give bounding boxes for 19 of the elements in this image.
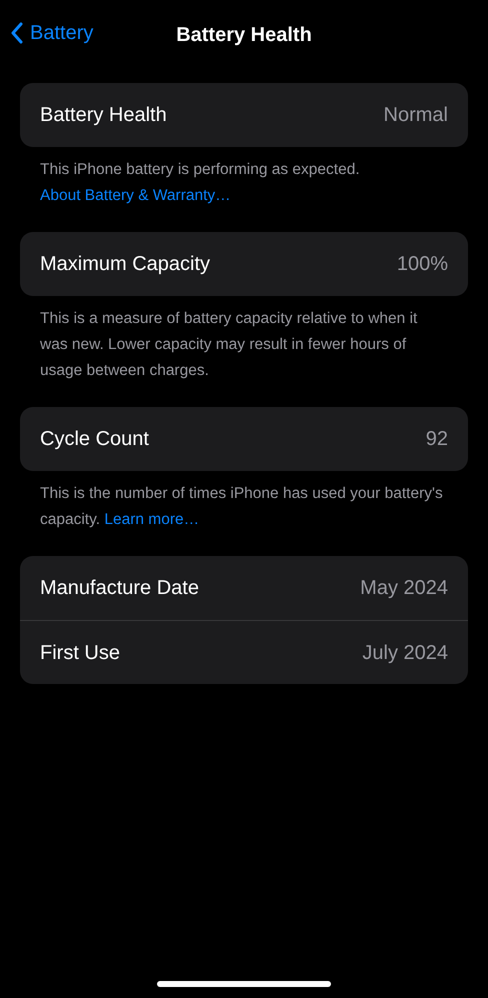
footer-text: This iPhone battery is performing as expected. About Battery & Warranty… xyxy=(39,160,361,206)
row-value: Normal xyxy=(384,103,448,128)
footer-text: This is the number of times iPhone has used your battery's capacity. Learn more… xyxy=(39,484,444,530)
row-value: July 2024 xyxy=(362,640,448,666)
row-label: Cycle Count xyxy=(40,427,149,452)
screen-title: Battery Health xyxy=(176,24,312,46)
row-value: 92 xyxy=(426,427,448,452)
footer-link[interactable]: About Battery & Warranty… xyxy=(40,187,231,204)
back-button[interactable]: Battery xyxy=(10,18,94,48)
footer-link[interactable]: Learn more… xyxy=(104,511,200,528)
row-value: May 2024 xyxy=(360,576,448,601)
footer-text: This is a measure of battery capacity relative to when it was new. Lower capacity may result in fewer hours of usage between charges. xyxy=(39,309,418,381)
row-label: First Use xyxy=(40,640,120,666)
home-indicator[interactable] xyxy=(157,981,331,987)
row-label: Maximum Capacity xyxy=(40,252,210,277)
back-chevron-icon xyxy=(10,22,24,44)
row-value: 100% xyxy=(396,252,448,277)
row-label: Manufacture Date xyxy=(40,576,199,601)
row-label: Battery Health xyxy=(40,103,167,128)
